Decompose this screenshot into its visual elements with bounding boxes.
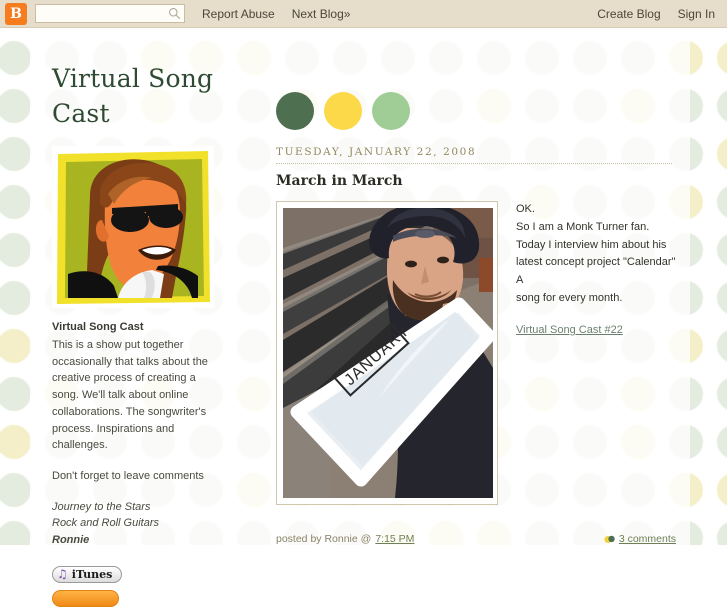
sidebar: Virtual Song Cast This is a show put tog… <box>52 146 224 607</box>
itunes-badge-label: iTunes <box>71 567 113 581</box>
post-timestamp-link[interactable]: 7:15 PM <box>375 533 414 545</box>
post-photo-frame[interactable]: JANUARY <box>276 201 498 505</box>
blog-title[interactable]: Virtual Song Cast <box>52 62 272 131</box>
post-text: OK. So I am a Monk Turner fan. Today I i… <box>516 201 676 340</box>
profile-credits: Journey to the Stars Rock and Roll Guita… <box>52 499 224 549</box>
post-text-line-3: Today I interview him about his <box>516 238 667 251</box>
post-text-line-4: latest concept project "Calendar" A <box>516 256 676 287</box>
post-text-line-2: So I am a Monk Turner fan. <box>516 220 650 233</box>
post-photo: JANUARY <box>283 208 493 498</box>
next-blog-link[interactable]: Next Blog» <box>292 7 351 21</box>
search-input[interactable] <box>36 5 164 22</box>
report-abuse-link[interactable]: Report Abuse <box>202 7 275 21</box>
navbar-left-group: B Report Abuse Next Blog» <box>0 2 351 25</box>
avatar <box>52 146 214 308</box>
decorative-dot-dark-green <box>276 92 314 130</box>
comment-bubbles-icon <box>604 535 615 543</box>
navbar-search-box[interactable] <box>35 4 185 23</box>
post-text-line-5: song for every month. <box>516 292 623 305</box>
credit-line-2: Rock and Roll Guitars <box>52 517 159 530</box>
blogger-logo-icon[interactable]: B <box>5 2 27 25</box>
profile-description: This is a show put together occasionally… <box>52 338 208 452</box>
header-decorative-dots <box>276 92 410 130</box>
blog-page: Virtual Song Cast Virtual Song Cast This… <box>0 28 727 607</box>
post-body: JANUARY OK. So I am a Monk Turner fan. T… <box>276 201 676 513</box>
post-text-line-1: OK. <box>516 203 535 215</box>
sign-in-link[interactable]: Sign In <box>678 7 715 21</box>
post-date: TUESDAY, JANUARY 22, 2008 <box>276 146 672 164</box>
credit-line-1: Journey to the Stars <box>52 500 151 513</box>
post-footer: posted by Ronnie @ 7:15 PM 3 comments <box>276 533 676 545</box>
blog-header: Virtual Song Cast <box>52 62 272 131</box>
post-column: TUESDAY, JANUARY 22, 2008 March in March <box>276 146 676 513</box>
rss-feed-badge[interactable] <box>52 590 119 607</box>
post-title[interactable]: March in March <box>276 173 676 189</box>
itunes-badge-button[interactable]: ♫ iTunes <box>52 565 123 583</box>
decorative-dot-light-green <box>372 92 410 130</box>
profile-note: Don't forget to leave comments <box>52 469 204 482</box>
credit-owner: Ronnie <box>52 534 90 547</box>
profile-name: Virtual Song Cast <box>52 321 144 333</box>
search-icon <box>169 8 181 20</box>
music-note-icon: ♫ <box>57 567 68 582</box>
posted-by-label: posted by Ronnie @ <box>276 533 372 545</box>
comments-group[interactable]: 3 comments <box>604 533 676 545</box>
create-blog-link[interactable]: Create Blog <box>597 7 660 21</box>
decorative-dot-yellow <box>324 92 362 130</box>
blogger-navbar: B Report Abuse Next Blog» Create Blog Si… <box>0 0 727 28</box>
episode-link[interactable]: Virtual Song Cast #22 <box>516 322 623 340</box>
comments-link[interactable]: 3 comments <box>619 533 676 545</box>
navbar-right-group: Create Blog Sign In <box>580 7 727 21</box>
